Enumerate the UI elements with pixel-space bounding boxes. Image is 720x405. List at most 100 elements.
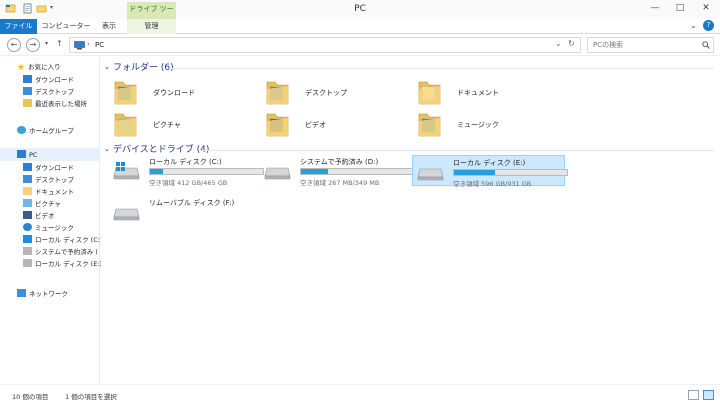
drive-usage-fill	[150, 169, 163, 174]
drive-usage-fill	[301, 169, 328, 174]
drive-name: ローカル ディスク (E:)	[453, 159, 526, 167]
folder-tile[interactable]: ピクチャ	[113, 109, 263, 141]
documents-icon	[23, 187, 32, 195]
selection-count: 1 個の項目を選択	[65, 393, 117, 401]
help-icon[interactable]: ?	[703, 20, 714, 31]
drive-icon	[23, 259, 32, 267]
search-icon[interactable]	[702, 41, 710, 49]
tab-view[interactable]: 表示	[96, 19, 122, 34]
large-icons-view-button[interactable]	[703, 390, 714, 400]
folder-tile[interactable]: ドキュメント	[417, 77, 567, 109]
drive-tile[interactable]: システムで予約済み (D:) 空き領域 267 MB/349 MB	[260, 155, 415, 187]
folders-group-header[interactable]: フォルダー (6)	[113, 62, 174, 74]
nav-item-drive-c[interactable]: ローカル ディスク (C:)	[23, 234, 102, 246]
ribbon-tabs: ファイル コンピューター 表示 管理 ⌄ ?	[0, 19, 720, 34]
nav-homegroup[interactable]: ホームグループ	[17, 125, 74, 137]
breadcrumb-pc[interactable]: PC	[95, 41, 104, 49]
search-input[interactable]: PCの検索	[587, 37, 714, 53]
navigation-pane: ★ お気に入り ダウンロード デスクトップ 最近表示した場所 ホームグループ PC…	[0, 57, 102, 384]
collapse-folders-icon[interactable]: ⌄	[104, 63, 110, 71]
nav-item-pc-pictures[interactable]: ピクチャ	[23, 198, 61, 210]
downloads-icon	[23, 75, 32, 83]
close-button[interactable]: ✕	[694, 0, 718, 17]
nav-pc[interactable]: PC	[17, 149, 37, 161]
maximize-button[interactable]: □	[668, 0, 692, 17]
drive-usage-fill	[454, 170, 495, 175]
tab-computer[interactable]: コンピューター	[41, 19, 91, 34]
hard-drive-icon	[113, 208, 140, 221]
expand-ribbon-icon[interactable]: ⌄	[690, 21, 697, 30]
drive-usage-bar	[300, 168, 415, 175]
drive-tile[interactable]: リムーバブル ディスク (F:)	[109, 196, 261, 227]
music-folder-icon	[418, 113, 441, 137]
nav-item-drive-e[interactable]: ローカル ディスク (E:)	[23, 258, 102, 270]
up-button[interactable]: ↑	[56, 39, 63, 48]
drive-tile[interactable]: ローカル ディスク (E:) 空き領域 596 GB/931 GB	[412, 155, 568, 188]
pictures-folder-icon	[114, 113, 137, 137]
desktop-folder-icon	[266, 81, 289, 105]
nav-item-pc-music[interactable]: ミュージック	[23, 222, 74, 234]
drive-name: システムで予約済み (D:)	[300, 158, 379, 166]
nav-favorites[interactable]: ★ お気に入り	[17, 61, 61, 73]
navigation-bar: ← → ▾ ↑ › PC ⌄ ↻ PCの検索	[0, 34, 720, 56]
videos-icon	[23, 211, 32, 219]
folder-tile[interactable]: デスクトップ	[265, 77, 415, 109]
nav-item-recent-places[interactable]: 最近表示した場所	[23, 98, 87, 110]
drive-usage-bar	[149, 168, 264, 175]
pc-icon	[74, 41, 85, 50]
status-bar: 10 個の項目 1 個の項目を選択	[0, 384, 720, 405]
nav-item-pc-documents[interactable]: ドキュメント	[23, 186, 74, 198]
folder-name: ドキュメント	[457, 89, 499, 97]
homegroup-icon	[17, 126, 26, 134]
downloads-icon	[23, 163, 32, 171]
nav-network[interactable]: ネットワーク	[17, 288, 68, 300]
details-view-button[interactable]	[688, 390, 699, 400]
minimize-button[interactable]: —	[643, 0, 667, 17]
collapse-drives-icon[interactable]: ⌄	[104, 145, 110, 153]
breadcrumb-separator: ›	[87, 40, 90, 48]
folder-tile[interactable]: ダウンロード	[113, 77, 263, 109]
documents-folder-icon	[418, 81, 441, 105]
desktop-icon	[23, 87, 32, 95]
content-pane: ⌄ フォルダー (6) ダウンロード デスクトップ ドキュメントピクチャ ビデオ ミュー…	[101, 57, 720, 384]
network-icon	[17, 289, 26, 297]
tab-file[interactable]: ファイル	[0, 19, 37, 34]
folder-tile[interactable]: ビデオ	[265, 109, 415, 141]
drive-name: ローカル ディスク (C:)	[149, 158, 222, 166]
pictures-icon	[23, 199, 32, 207]
star-icon: ★	[17, 63, 26, 73]
drive-tile[interactable]: ローカル ディスク (C:) 空き領域 412 GB/465 GB	[109, 155, 264, 187]
drive-free-space: 空き領域 412 GB/465 GB	[149, 179, 228, 187]
window-title: PC	[354, 4, 366, 14]
hard-drive-icon	[264, 167, 291, 180]
recent-locations-button[interactable]: ▾	[45, 40, 48, 47]
nav-item-drive-d[interactable]: システムで予約済み (	[23, 246, 100, 258]
drive-name: リムーバブル ディスク (F:)	[149, 199, 235, 207]
folder-name: ビデオ	[305, 121, 326, 129]
back-button[interactable]: ←	[7, 38, 21, 52]
folder-tile[interactable]: ミュージック	[417, 109, 567, 141]
drives-divider	[199, 150, 714, 151]
address-dropdown-button[interactable]: ⌄	[555, 39, 562, 48]
refresh-button[interactable]: ↻	[568, 39, 575, 48]
tab-manage[interactable]: 管理	[127, 19, 176, 34]
pc-icon	[17, 150, 26, 158]
nav-item-downloads[interactable]: ダウンロード	[23, 74, 74, 86]
drive-usage-bar	[453, 169, 568, 176]
title-bar: ▾ ドライブ ツール PC — □ ✕	[0, 0, 720, 28]
videos-folder-icon	[266, 113, 289, 137]
nav-item-pc-desktop[interactable]: デスクトップ	[23, 174, 74, 186]
address-bar[interactable]: › PC ⌄ ↻	[69, 37, 581, 53]
recent-places-icon	[23, 99, 32, 107]
hard-drive-icon	[417, 168, 444, 181]
forward-button[interactable]: →	[26, 38, 40, 52]
folder-name: ミュージック	[457, 121, 499, 129]
downloads-folder-icon	[114, 81, 137, 105]
drive-icon	[23, 247, 32, 255]
nav-item-pc-downloads[interactable]: ダウンロード	[23, 162, 74, 174]
item-count: 10 個の項目	[12, 393, 49, 401]
nav-selection-highlight	[0, 148, 100, 161]
nav-item-pc-videos[interactable]: ビデオ	[23, 210, 55, 222]
nav-item-desktop[interactable]: デスクトップ	[23, 86, 74, 98]
folder-name: デスクトップ	[305, 89, 347, 97]
